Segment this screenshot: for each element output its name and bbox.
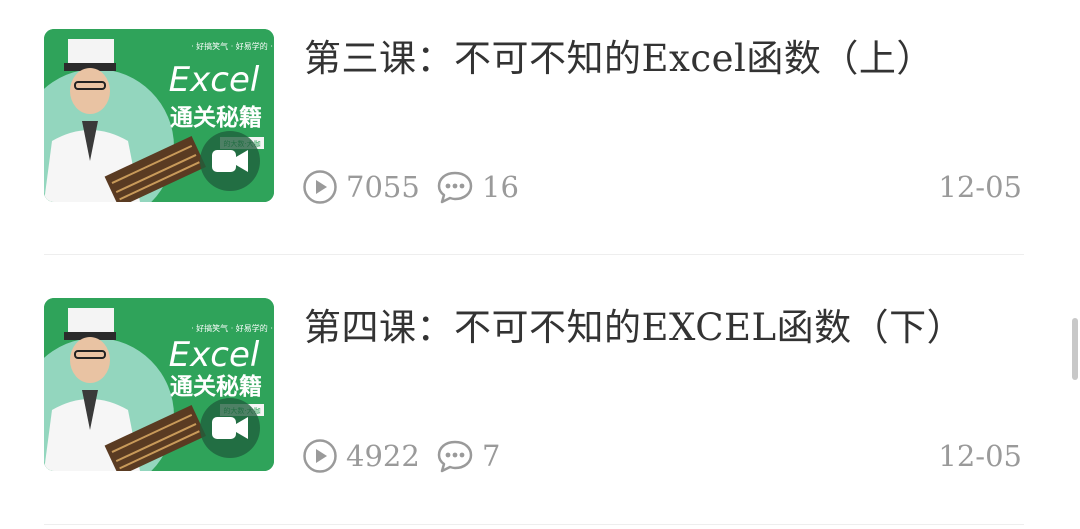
list-item[interactable]: · 好搞笑气 · 好易学的 · Excel 通关秘籍 的大数·大咖 第四课：不可… — [44, 298, 1024, 473]
divider — [44, 524, 1024, 525]
comment-count-value: 7 — [482, 439, 501, 473]
list-item[interactable]: · 好搞笑气 · 好易学的 · Excel 通关秘籍 的大数·大咖 第三课：不可… — [44, 29, 1024, 204]
thumbnail-course-title: Excel — [169, 60, 260, 100]
comment-bubble-icon — [437, 171, 473, 204]
thumbnail-course-subtitle: 通关秘籍 — [170, 373, 262, 400]
thumbnail-art: · 好搞笑气 · 好易学的 · Excel 通关秘籍 的大数·大咖 — [44, 29, 274, 202]
lesson-title[interactable]: 第四课：不可不知的EXCEL函数（下） — [304, 300, 964, 356]
comment-bubble-icon — [437, 440, 473, 473]
thumbnail-art: · 好搞笑气 · 好易学的 · Excel 通关秘籍 的大数·大咖 — [44, 298, 274, 471]
lesson-date: 12-05 — [938, 170, 1022, 204]
lesson-thumbnail[interactable]: · 好搞笑气 · 好易学的 · Excel 通关秘籍 的大数·大咖 — [44, 298, 274, 471]
play-circle-icon — [303, 170, 337, 204]
view-count: 4922 — [302, 436, 420, 476]
divider — [44, 254, 1024, 255]
play-circle-icon — [303, 439, 337, 473]
comment-count[interactable]: 16 — [436, 167, 519, 207]
scrollbar[interactable] — [1072, 318, 1078, 380]
thumbnail-slogan: · 好搞笑气 · 好易学的 · — [191, 323, 273, 333]
video-camera-icon — [200, 131, 260, 191]
thumbnail-course-subtitle: 通关秘籍 — [170, 104, 262, 131]
lesson-thumbnail[interactable]: · 好搞笑气 · 好易学的 · Excel 通关秘籍 的大数·大咖 — [44, 29, 274, 202]
view-count-value: 4922 — [346, 439, 420, 473]
video-camera-icon — [200, 398, 260, 458]
lesson-list: · 好搞笑气 · 好易学的 · Excel 通关秘籍 的大数·大咖 第三课：不可… — [0, 0, 1080, 529]
lesson-meta: 4922 7 12-05 — [302, 436, 1022, 476]
lesson-title[interactable]: 第三课：不可不知的Excel函数（上） — [304, 31, 934, 87]
thumbnail-slogan: · 好搞笑气 · 好易学的 · — [191, 41, 273, 51]
comment-count[interactable]: 7 — [436, 436, 500, 476]
lesson-date: 12-05 — [938, 439, 1022, 473]
view-count-value: 7055 — [346, 170, 420, 204]
thumbnail-course-title: Excel — [169, 335, 260, 375]
view-count: 7055 — [302, 167, 420, 207]
lesson-meta: 7055 16 12-05 — [302, 167, 1022, 207]
comment-count-value: 16 — [482, 170, 519, 204]
